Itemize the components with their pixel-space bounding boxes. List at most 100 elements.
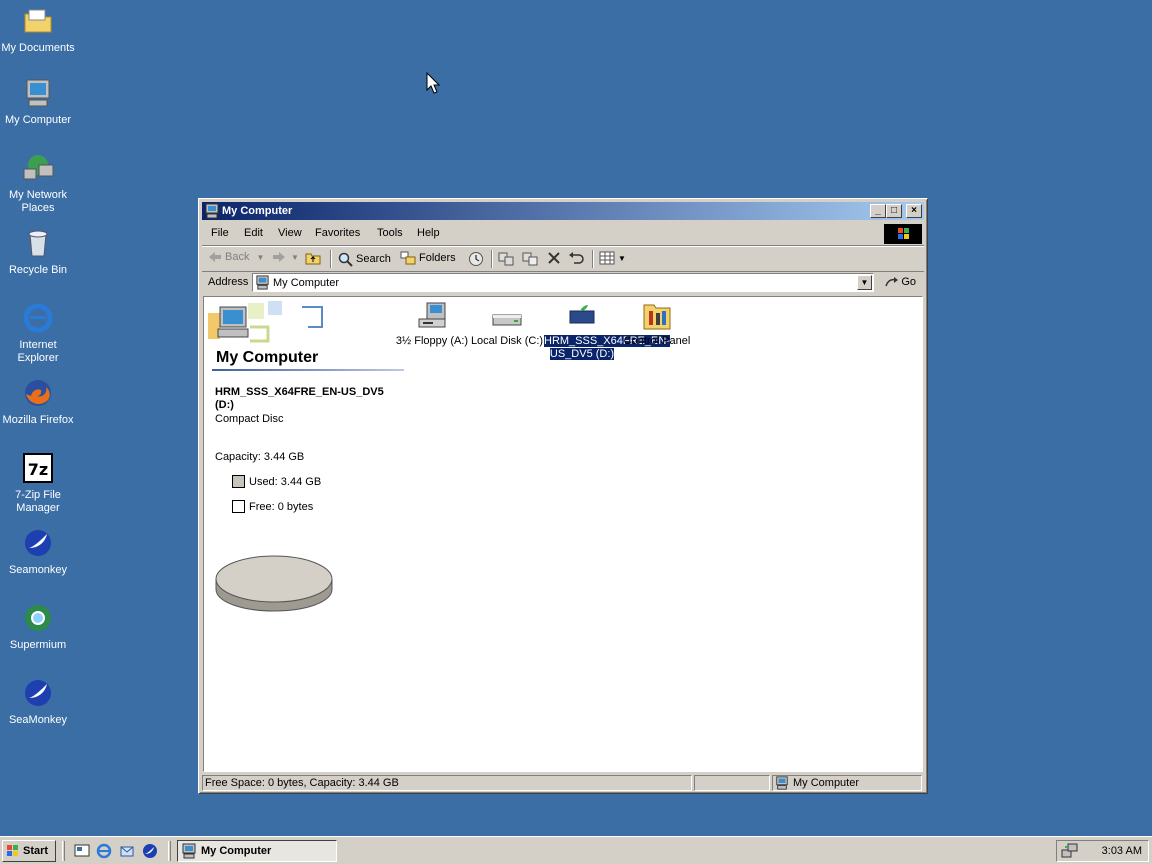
address-dropdown-button[interactable]: ▼ bbox=[857, 275, 872, 290]
drive-d-cd-selected[interactable]: HRM_SSS_X64FRE_EN-US_DV5 (D:) bbox=[543, 301, 671, 361]
desktop-icon-my-computer[interactable]: My Computer bbox=[0, 76, 76, 127]
desktop-icon-my-documents[interactable]: My Documents bbox=[0, 4, 76, 55]
desktop-icon-seamonkey[interactable]: Seamonkey bbox=[0, 526, 76, 577]
desktop-icon-label: Seamonkey bbox=[8, 564, 68, 576]
desktop-icon-label: 7-Zip File Manager bbox=[15, 489, 61, 514]
folder-view: My Computer HRM_SSS_X64FRE_EN-US_DV5 (D:… bbox=[203, 296, 923, 772]
drive-type: Compact Disc bbox=[215, 413, 284, 425]
mouse-cursor-icon bbox=[426, 72, 440, 94]
search-button[interactable]: Search bbox=[337, 251, 391, 267]
menu-help[interactable]: Help bbox=[417, 227, 440, 239]
seamonkey-icon[interactable] bbox=[142, 843, 158, 859]
disk-usage-pie-chart bbox=[215, 555, 333, 612]
show-desktop-icon[interactable] bbox=[74, 843, 90, 859]
back-arrow-icon bbox=[209, 252, 221, 262]
desktop-icon-label: Mozilla Firefox bbox=[2, 414, 74, 426]
go-button[interactable]: Go bbox=[885, 276, 916, 288]
toolbar-separator bbox=[491, 250, 493, 268]
desktop-icon-label: My Documents bbox=[1, 42, 75, 54]
menu-file[interactable]: File bbox=[211, 227, 229, 239]
address-input[interactable]: My Computer ▼ bbox=[252, 273, 874, 292]
desktop-icon-label: Supermium bbox=[9, 639, 67, 651]
minimize-button[interactable]: _ bbox=[870, 204, 886, 218]
desktop-icon-7zip[interactable]: 7z 7-Zip File Manager bbox=[0, 451, 76, 515]
back-dropdown-icon[interactable]: ▼ bbox=[256, 253, 264, 262]
computer-icon bbox=[205, 203, 219, 219]
back-button[interactable]: Back ▼ bbox=[208, 251, 264, 263]
toolbar-separator bbox=[330, 250, 332, 268]
clock[interactable]: 3:03 AM bbox=[1102, 845, 1142, 857]
undo-button[interactable] bbox=[568, 251, 584, 265]
status-empty-panel bbox=[694, 775, 770, 791]
drive-label: 3½ Floppy (A:) bbox=[395, 335, 469, 347]
start-label: Start bbox=[23, 845, 49, 857]
title-bar[interactable]: My Computer _ □ × bbox=[202, 202, 924, 220]
drive-free: Free: 0 bytes bbox=[249, 501, 314, 513]
folder-icon bbox=[24, 9, 52, 33]
menu-edit[interactable]: Edit bbox=[244, 227, 263, 239]
status-free-space: Free Space: 0 bytes, Capacity: 3.44 GB bbox=[202, 775, 692, 791]
recycle-bin-icon bbox=[28, 230, 48, 257]
network-tray-icon[interactable] bbox=[1061, 843, 1079, 859]
desktop-icon-label: Internet Explorer bbox=[17, 339, 59, 364]
desktop-icon-mozilla-firefox[interactable]: Mozilla Firefox bbox=[0, 376, 76, 427]
delete-button[interactable] bbox=[547, 251, 561, 265]
menu-tools[interactable]: Tools bbox=[377, 227, 403, 239]
views-button[interactable]: ▼ bbox=[599, 251, 626, 265]
taskbar-button-my-computer[interactable]: My Computer bbox=[177, 840, 337, 862]
views-icon bbox=[599, 251, 615, 265]
forward-arrow-icon bbox=[273, 252, 285, 262]
control-panel-label: Control Panel bbox=[623, 335, 691, 347]
forward-dropdown-icon[interactable]: ▼ bbox=[291, 253, 299, 262]
taskbar: Start My Computer 3:03 AM bbox=[0, 836, 1152, 864]
move-to-icon bbox=[498, 252, 514, 266]
desktop-icon-label: My Computer bbox=[4, 114, 72, 126]
drive-name: HRM_SSS_X64FRE_EN-US_DV5 (D:) bbox=[215, 386, 384, 411]
desktop-icon-my-network-places[interactable]: My Network Places bbox=[0, 151, 76, 215]
folders-button[interactable]: Folders bbox=[400, 251, 456, 265]
move-to-button[interactable] bbox=[498, 251, 514, 267]
control-panel-item[interactable]: Control Panel bbox=[619, 301, 695, 348]
seamonkey-icon bbox=[25, 680, 51, 706]
sidebar-divider bbox=[212, 369, 404, 371]
outlook-express-icon[interactable] bbox=[119, 843, 135, 859]
supermium-icon bbox=[25, 605, 51, 631]
computer-icon bbox=[182, 843, 196, 859]
used-swatch bbox=[232, 475, 245, 488]
menu-bar: File Edit View Favorites Tools Help bbox=[202, 223, 924, 246]
search-icon bbox=[338, 252, 353, 267]
drive-capacity: Capacity: 3.44 GB bbox=[215, 451, 305, 463]
go-label: Go bbox=[901, 276, 916, 288]
views-dropdown-icon[interactable]: ▼ bbox=[618, 254, 626, 263]
close-button[interactable]: × bbox=[906, 204, 922, 218]
menu-favorites[interactable]: Favorites bbox=[315, 227, 360, 239]
firefox-icon bbox=[25, 380, 51, 406]
up-folder-button[interactable] bbox=[305, 251, 321, 265]
window-title: My Computer bbox=[222, 205, 293, 217]
ie-icon bbox=[23, 303, 53, 333]
history-button[interactable] bbox=[468, 251, 484, 267]
menu-view[interactable]: View bbox=[278, 227, 302, 239]
desktop-icon-seamonkey-2[interactable]: SeaMonkey bbox=[0, 676, 76, 727]
7zip-icon: 7z bbox=[23, 453, 53, 483]
drive-a-floppy[interactable]: 3½ Floppy (A:) bbox=[394, 301, 470, 348]
cd-drive-icon bbox=[569, 305, 595, 324]
copy-to-icon bbox=[522, 252, 538, 266]
copy-to-button[interactable] bbox=[522, 251, 538, 267]
seamonkey-icon bbox=[25, 530, 51, 556]
free-swatch bbox=[232, 500, 245, 513]
ie-icon[interactable] bbox=[96, 843, 112, 859]
maximize-button[interactable]: □ bbox=[886, 204, 902, 218]
desktop-icon-internet-explorer[interactable]: Internet Explorer bbox=[0, 301, 76, 365]
drive-c-local-disk[interactable]: Local Disk (C:) bbox=[469, 301, 545, 348]
hard-disk-icon bbox=[492, 314, 522, 326]
system-tray: 3:03 AM bbox=[1056, 840, 1149, 862]
desktop-icon-label: SeaMonkey bbox=[8, 714, 68, 726]
my-computer-banner-icon bbox=[208, 297, 328, 347]
start-button[interactable]: Start bbox=[2, 840, 56, 862]
computer-icon bbox=[776, 776, 788, 790]
forward-button[interactable]: ▼ bbox=[272, 251, 299, 263]
desktop-icon-recycle-bin[interactable]: Recycle Bin bbox=[0, 226, 76, 277]
desktop-icon-supermium[interactable]: Supermium bbox=[0, 601, 76, 652]
control-panel-icon bbox=[643, 304, 671, 330]
